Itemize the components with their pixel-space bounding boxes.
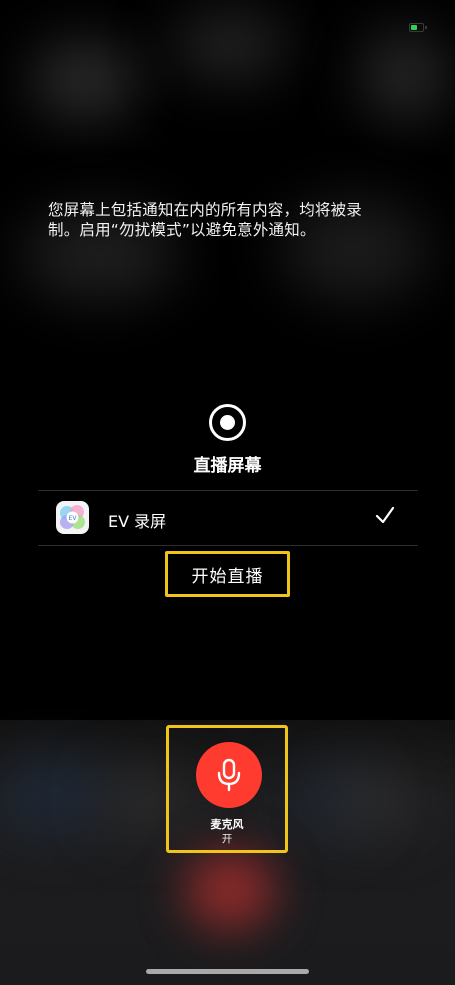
checkmark-icon — [375, 506, 395, 524]
battery-icon — [409, 23, 424, 32]
microphone-label: 麦克风 — [210, 818, 244, 831]
svg-text:EV: EV — [69, 515, 78, 522]
app-row-ev-recorder[interactable]: EV EV 录屏 — [38, 491, 418, 545]
broadcast-title: 直播屏幕 — [193, 456, 262, 476]
microphone-icon — [217, 758, 241, 792]
recording-notice: 您屏幕上包括通知在内的所有内容，均将被录制。启用“勿扰模式”以避免意外通知。 — [48, 201, 363, 239]
home-indicator[interactable] — [146, 969, 309, 974]
start-broadcast-button[interactable]: 开始直播 — [165, 551, 290, 597]
microphone-button[interactable] — [196, 742, 262, 808]
microphone-toggle[interactable]: 麦克风 开 — [166, 725, 288, 853]
screen-broadcast-icon — [209, 404, 246, 441]
microphone-state: 开 — [221, 833, 233, 845]
divider — [38, 545, 418, 546]
ev-recorder-app-icon: EV — [56, 501, 89, 534]
app-name: EV 录屏 — [108, 512, 167, 531]
